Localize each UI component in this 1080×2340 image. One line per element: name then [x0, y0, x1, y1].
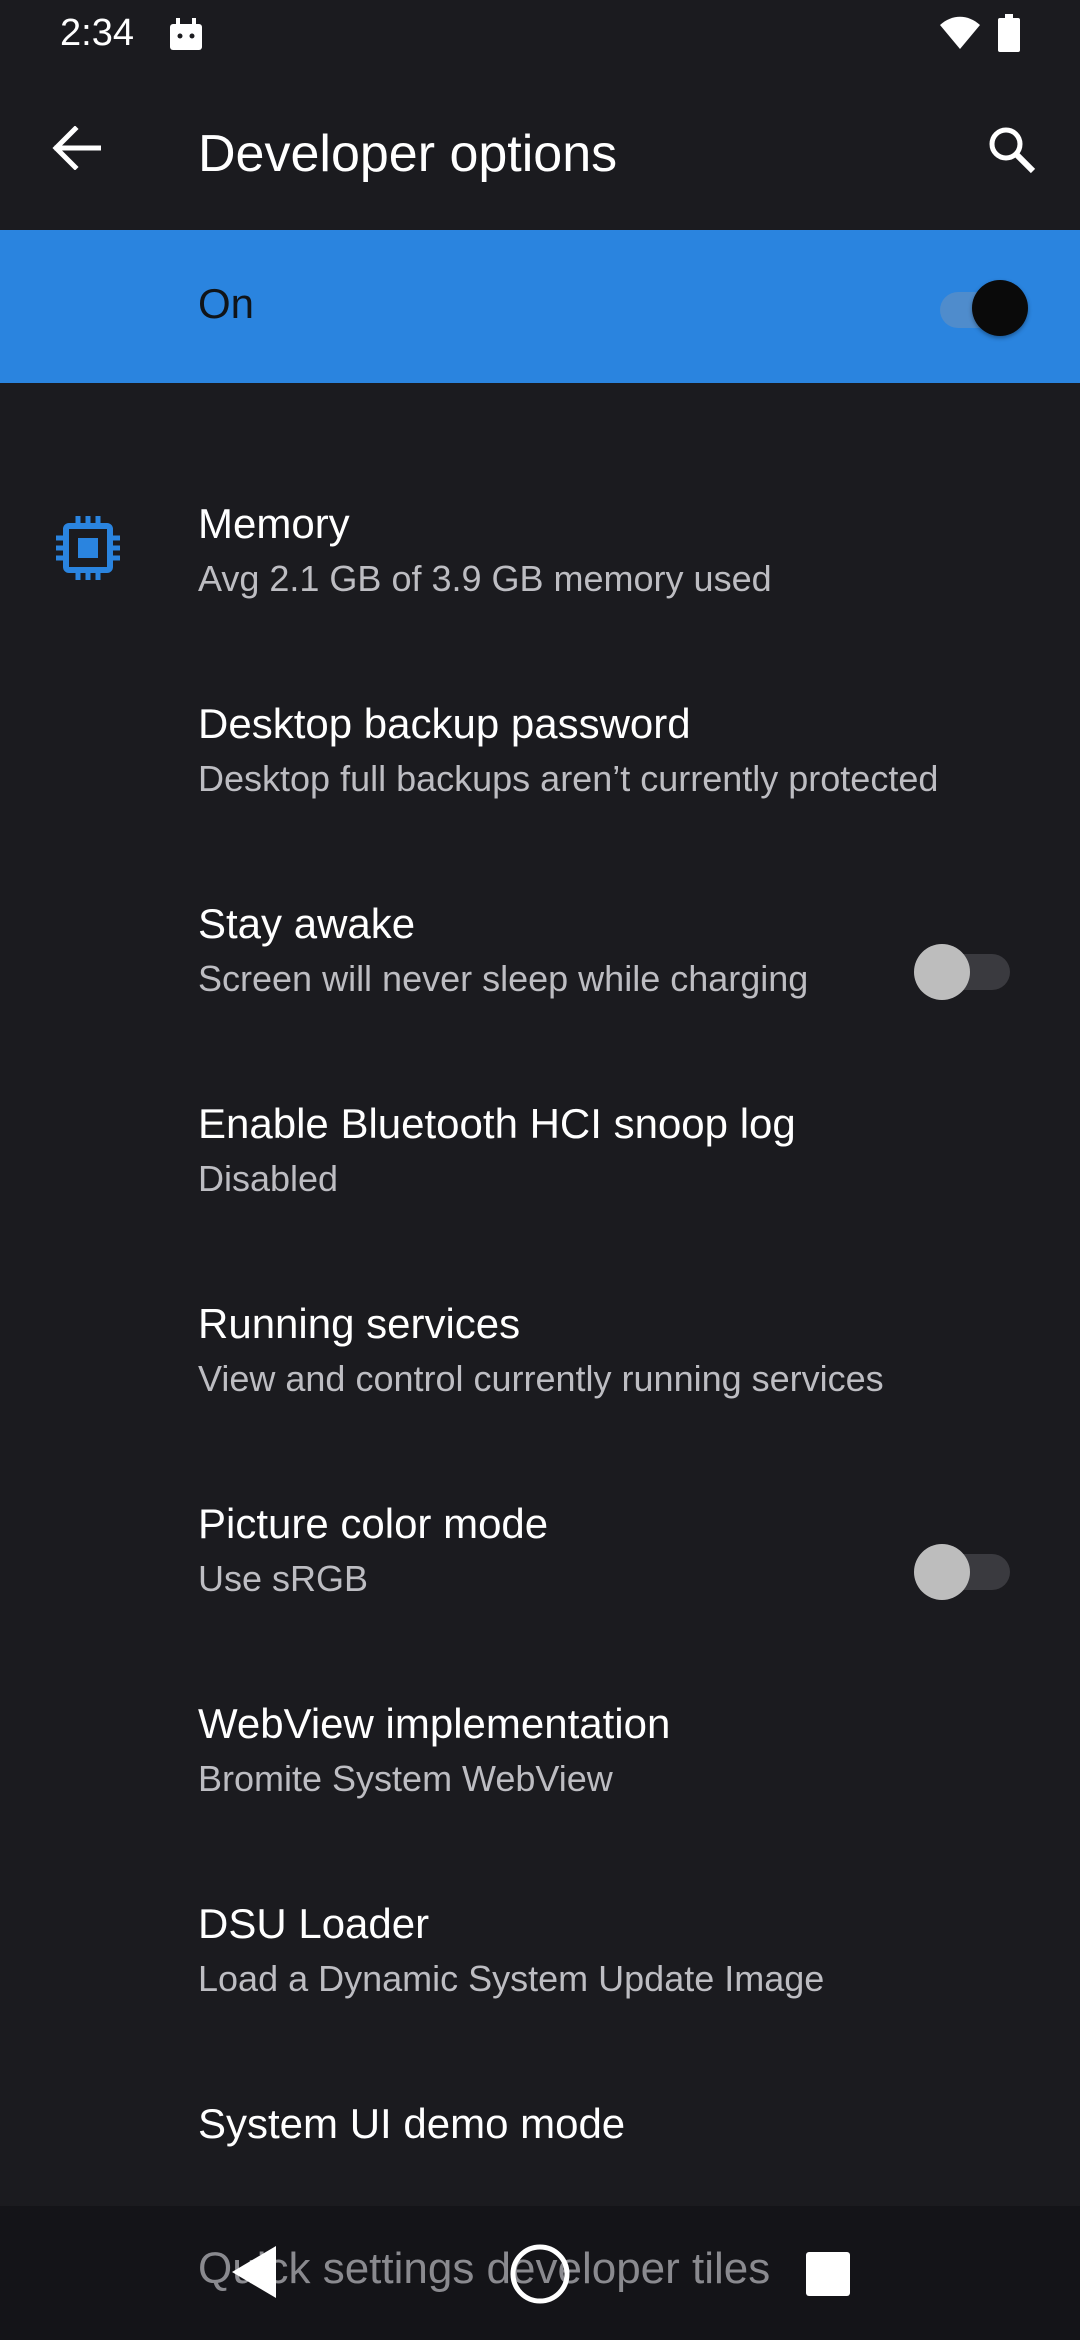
status-bar: 2:34 [0, 0, 1080, 66]
setting-summary: View and control currently running servi… [198, 1358, 884, 1399]
setting-summary: Disabled [198, 1158, 339, 1199]
app-notification-icon [170, 18, 202, 50]
master-switch-label: On [198, 280, 255, 327]
picture-color-mode-toggle[interactable] [914, 1540, 1010, 1600]
master-switch-toggle[interactable] [938, 274, 1028, 338]
setting-title: WebView implementation [198, 1700, 671, 1747]
arrow-back-icon [52, 126, 101, 170]
back-button[interactable] [44, 116, 108, 180]
stay-awake-toggle[interactable] [914, 940, 1010, 1000]
setting-title: Stay awake [198, 900, 416, 947]
recents-square-icon[interactable] [806, 2252, 850, 2296]
setting-picture-color-mode[interactable]: Picture color mode Use sRGB [0, 1460, 1080, 1660]
app-bar: Developer options [0, 66, 1080, 230]
setting-title: Memory [198, 500, 350, 547]
setting-desktop-backup-password[interactable]: Desktop backup password Desktop full bac… [0, 660, 1080, 860]
setting-webview-implementation[interactable]: WebView implementation Bromite System We… [0, 1660, 1080, 1860]
status-time: 2:34 [60, 12, 134, 54]
setting-stay-awake[interactable]: Stay awake Screen will never sleep while… [0, 860, 1080, 1060]
setting-title: DSU Loader [198, 1900, 430, 1947]
setting-summary: Screen will never sleep while charging [198, 958, 809, 999]
setting-title: Running services [198, 1300, 521, 1347]
setting-running-services[interactable]: Running services View and control curren… [0, 1260, 1080, 1460]
home-circle-icon[interactable] [508, 2242, 572, 2306]
setting-summary: Desktop full backups aren’t currently pr… [198, 758, 939, 799]
battery-icon [998, 14, 1020, 52]
setting-title: Picture color mode [198, 1500, 549, 1547]
setting-summary: Load a Dynamic System Update Image [198, 1958, 825, 1999]
search-button[interactable] [980, 118, 1044, 182]
setting-title: System UI demo mode [198, 2100, 626, 2147]
setting-summary: Avg 2.1 GB of 3.9 GB memory used [198, 558, 772, 599]
setting-summary: Bromite System WebView [198, 1758, 613, 1799]
setting-title: Enable Bluetooth HCI snoop log [198, 1100, 796, 1147]
switch-thumb [914, 1544, 970, 1600]
wifi-icon [940, 16, 980, 49]
setting-title: Desktop backup password [198, 700, 691, 747]
search-icon [989, 127, 1036, 174]
page-title: Developer options [198, 125, 618, 183]
developer-options-master-switch-bar[interactable]: On [0, 230, 1080, 383]
switch-thumb [972, 280, 1028, 336]
navigation-bar: Quick settings developer tiles [0, 2206, 1080, 2340]
setting-summary: Use sRGB [198, 1558, 369, 1599]
switch-thumb [914, 944, 970, 1000]
memory-chip-icon [56, 516, 120, 580]
setting-memory[interactable]: Memory Avg 2.1 GB of 3.9 GB memory used [0, 460, 1080, 660]
setting-bluetooth-hci-snoop-log[interactable]: Enable Bluetooth HCI snoop log Disabled [0, 1060, 1080, 1260]
back-triangle-icon[interactable] [224, 2242, 284, 2302]
setting-dsu-loader[interactable]: DSU Loader Load a Dynamic System Update … [0, 1860, 1080, 2060]
